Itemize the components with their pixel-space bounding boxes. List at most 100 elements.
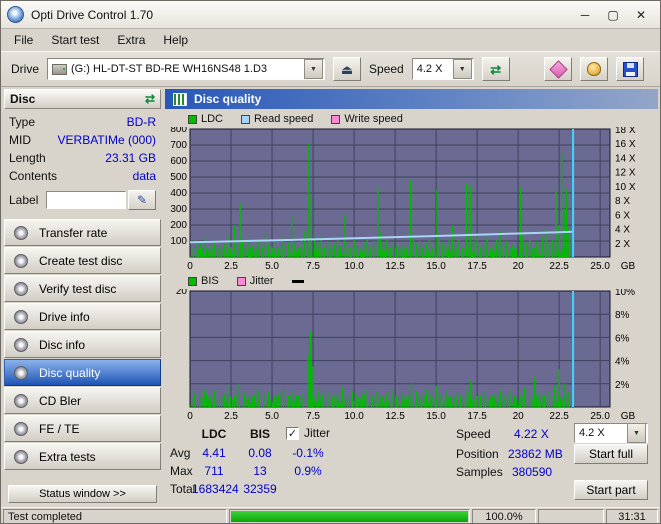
svg-text:7.5: 7.5: [306, 261, 320, 272]
sidebar-item-transfer-rate[interactable]: Transfer rate: [4, 219, 161, 246]
start-full-button[interactable]: Start full: [574, 444, 648, 464]
disc-quality-icon: [14, 365, 28, 380]
svg-text:8 X: 8 X: [615, 196, 630, 207]
svg-text:4 X: 4 X: [615, 225, 630, 236]
svg-text:10.0: 10.0: [344, 261, 364, 272]
svg-text:500: 500: [170, 172, 187, 183]
speed-result-value: 4.22 X: [514, 427, 549, 441]
menu-start-test[interactable]: Start test: [42, 30, 108, 50]
transfer-rate-icon: [14, 225, 28, 240]
disc-section-header: Disc ⇄: [4, 89, 161, 109]
speed-select-value: 4.2 X: [416, 63, 443, 75]
svg-text:12 X: 12 X: [615, 168, 636, 179]
menu-file[interactable]: File: [5, 30, 42, 50]
avg-ldc-value: 4.41: [202, 446, 226, 460]
menu-help[interactable]: Help: [154, 30, 197, 50]
sidebar-item-label: Create test disc: [39, 253, 123, 268]
svg-text:4%: 4%: [615, 357, 630, 368]
sidebar-item-verify-test-disc[interactable]: Verify test disc: [4, 275, 161, 302]
edit-label-button[interactable]: ✎: [128, 190, 156, 210]
svg-text:20: 20: [176, 289, 188, 297]
sidebar-item-label: FE / TE: [39, 421, 80, 436]
quality-chart-legend: LDC Read speed Write speed: [188, 113, 403, 125]
start-part-button[interactable]: Start part: [574, 480, 648, 500]
ldc-column-header: LDC: [201, 427, 227, 441]
svg-text:20: 20: [513, 411, 525, 422]
speed-label: Speed: [369, 62, 404, 76]
sidebar-item-create-test-disc[interactable]: Create test disc: [4, 247, 161, 274]
sidebar-item-label: CD Bler: [39, 393, 82, 408]
chart-icon: [173, 92, 187, 106]
progress-fill: [231, 511, 468, 522]
cd-bler-icon: [14, 393, 28, 408]
refresh-button[interactable]: ⇄: [481, 57, 510, 81]
erase-disc-button[interactable]: [544, 57, 572, 81]
disc-refresh-icon[interactable]: ⇄: [145, 92, 155, 106]
svg-text:10.0: 10.0: [344, 411, 364, 422]
minimize-button[interactable]: ─: [572, 5, 598, 25]
sidebar: Disc ⇄ Type BD-R MID VERBATIMe (000) Length 2…: [4, 89, 161, 506]
svg-text:GB: GB: [621, 411, 636, 422]
sidebar-item-label: Disc quality: [39, 365, 101, 380]
bis-column-header: BIS: [249, 427, 270, 441]
svg-text:0: 0: [187, 411, 193, 422]
max-jitter-value: 0.9%: [294, 464, 322, 478]
svg-text:12.5: 12.5: [385, 261, 405, 272]
chevron-down-icon[interactable]: ▼: [304, 59, 324, 79]
sidebar-item-disc-quality[interactable]: Disc quality: [4, 359, 161, 386]
speed-select[interactable]: 4.2 X ▼: [411, 58, 474, 80]
chevron-down-icon[interactable]: ▼: [452, 59, 472, 79]
sidebar-item-label: Verify test disc: [39, 281, 117, 296]
sidebar-item-disc-info[interactable]: Disc info: [4, 331, 161, 358]
sidebar-item-cd-bler[interactable]: CD Bler: [4, 387, 161, 414]
status-window-button[interactable]: Status window >>: [8, 485, 157, 503]
sidebar-item-drive-info[interactable]: Drive info: [4, 303, 161, 330]
save-results-button[interactable]: [616, 57, 644, 81]
menubar: File Start test Extra Help: [1, 29, 660, 51]
label-row: Label ✎: [9, 189, 156, 211]
sidebar-item-fe-te[interactable]: FE / TE: [4, 415, 161, 442]
fe-te-icon: [14, 421, 28, 436]
toolbar: Drive (G:) HL-DT-ST BD-RE WH16NS48 1.D3 …: [1, 51, 660, 87]
max-row-label: Max: [170, 464, 193, 478]
chevron-down-icon[interactable]: ▼: [627, 423, 646, 443]
total-bis-value: 32359: [243, 482, 277, 496]
drive-icon: [52, 63, 68, 75]
menu-extra[interactable]: Extra: [108, 30, 154, 50]
disc-info-length: Length 23.31 GB: [9, 149, 156, 167]
test-speed-select[interactable]: 4.2 X ▼: [574, 423, 648, 443]
svg-text:2 X: 2 X: [615, 239, 630, 250]
titlebar[interactable]: Opti Drive Control 1.70 ─ ▢ ✕: [1, 1, 660, 29]
panel-header: Disc quality: [165, 89, 658, 109]
tools-button[interactable]: [580, 57, 608, 81]
ldc-read-speed-chart: 80070060050040030020010018 X16 X14 X12 X…: [170, 127, 636, 272]
samples-label: Samples: [456, 465, 503, 479]
checkbox-icon[interactable]: ✓: [286, 426, 299, 440]
jitter-checkbox[interactable]: ✓ Jitter: [286, 426, 330, 440]
info-label: Length: [9, 151, 46, 165]
drive-select[interactable]: (G:) HL-DT-ST BD-RE WH16NS48 1.D3 ▼: [47, 58, 326, 80]
write-speed-legend: Write speed: [331, 113, 403, 125]
svg-text:18 X: 18 X: [615, 127, 636, 136]
info-label: Contents: [9, 169, 58, 183]
main-panel: Disc quality LDC Read speed Write speed 80…: [164, 89, 659, 506]
drive-select-value: (G:) HL-DT-ST BD-RE WH16NS48 1.D3: [71, 63, 268, 75]
window-title: Opti Drive Control 1.70: [31, 7, 154, 22]
close-button[interactable]: ✕: [628, 5, 654, 25]
status-text: Test completed: [3, 509, 227, 523]
legend-label: LDC: [201, 113, 224, 125]
legend-label: Jitter: [249, 275, 274, 287]
svg-text:2.5: 2.5: [224, 261, 238, 272]
legend-swatch: [331, 114, 341, 124]
legend-label: Read speed: [254, 113, 314, 125]
svg-text:200: 200: [170, 220, 187, 231]
sidebar-item-extra-tests[interactable]: Extra tests: [4, 443, 161, 470]
eject-button[interactable]: ⏏: [333, 57, 362, 81]
disc-label-input[interactable]: [46, 191, 126, 209]
svg-text:6 X: 6 X: [615, 210, 630, 221]
svg-text:5.0: 5.0: [265, 411, 279, 422]
svg-text:600: 600: [170, 156, 187, 167]
maximize-button[interactable]: ▢: [600, 5, 626, 25]
disc-section-title: Disc: [10, 92, 36, 106]
svg-text:15.0: 15.0: [426, 261, 446, 272]
